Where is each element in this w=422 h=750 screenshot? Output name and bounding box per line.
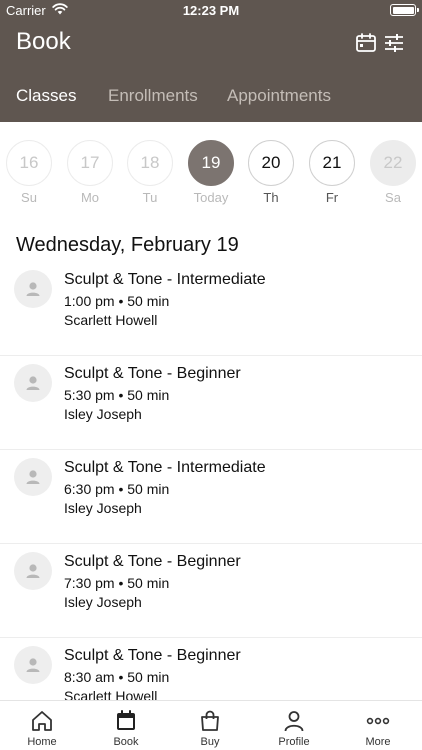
class-time: 1:00 pm • 50 min — [64, 293, 170, 309]
class-instructor: Isley Joseph — [64, 406, 142, 422]
tabbar-more[interactable]: More — [336, 701, 420, 750]
date-strip: 16 Su 17 Mo 18 Tu 19 Today 20 Th 21 Fr 2… — [0, 140, 422, 210]
tabbar-label: Home — [27, 736, 57, 748]
day-today[interactable]: 19 Today — [187, 140, 235, 206]
day-number: 16 — [6, 140, 52, 186]
day-weekday: Mo — [80, 190, 100, 205]
instructor-avatar — [14, 458, 52, 496]
day-weekday: Tu — [142, 190, 158, 205]
tabbar-buy[interactable]: Buy — [168, 701, 252, 750]
class-time: 8:30 am • 50 min — [64, 669, 170, 685]
day-weekday: Su — [21, 190, 37, 205]
status-time: 12:23 PM — [182, 3, 240, 18]
tabbar-label: More — [365, 736, 391, 748]
day-weekday: Today — [193, 190, 229, 205]
tabbar-label: Buy — [200, 736, 220, 748]
schedule-date-heading: Wednesday, February 19 — [16, 234, 239, 256]
class-list-item[interactable]: Sculpt & Tone - Beginner 5:30 pm • 50 mi… — [0, 356, 422, 450]
class-name: Sculpt & Tone - Beginner — [64, 647, 241, 664]
day-fr[interactable]: 21 Fr — [308, 140, 356, 206]
day-number: 19 — [188, 140, 234, 186]
calendar-icon — [117, 710, 135, 730]
status-bar: Carrier 12:23 PM — [0, 0, 422, 20]
day-number: 17 — [67, 140, 113, 186]
day-su[interactable]: 16 Su — [5, 140, 53, 206]
class-time: 6:30 pm • 50 min — [64, 481, 170, 497]
header: Carrier 12:23 PM Book Classes Enrollment… — [0, 0, 422, 122]
person-placeholder-icon — [26, 658, 40, 672]
shopping-bag-icon — [201, 710, 219, 731]
class-name: Sculpt & Tone - Beginner — [64, 365, 241, 382]
instructor-avatar — [14, 552, 52, 590]
day-th[interactable]: 20 Th — [247, 140, 295, 206]
day-tu[interactable]: 18 Tu — [126, 140, 174, 206]
day-mo[interactable]: 17 Mo — [66, 140, 114, 206]
class-instructor: Scarlett Howell — [64, 312, 158, 328]
day-weekday: Sa — [385, 190, 401, 205]
tabbar-label: Profile — [278, 736, 310, 748]
class-instructor: Isley Joseph — [64, 500, 142, 516]
instructor-avatar — [14, 270, 52, 308]
bottom-tab-bar: Home Book Buy Profile More — [0, 700, 422, 750]
day-weekday: Fr — [325, 190, 339, 205]
more-dots-icon — [366, 717, 390, 725]
class-list: Sculpt & Tone - Intermediate 1:00 pm • 5… — [0, 262, 422, 732]
class-instructor: Isley Joseph — [64, 594, 142, 610]
calendar-icon[interactable] — [355, 32, 377, 54]
class-list-item[interactable]: Sculpt & Tone - Intermediate 6:30 pm • 5… — [0, 450, 422, 544]
person-placeholder-icon — [26, 282, 40, 296]
person-placeholder-icon — [26, 376, 40, 390]
battery-icon — [390, 4, 419, 16]
class-name: Sculpt & Tone - Beginner — [64, 553, 241, 570]
class-name: Sculpt & Tone - Intermediate — [64, 271, 266, 288]
tab-enrollments[interactable]: Enrollments — [108, 86, 198, 106]
person-icon — [284, 711, 304, 732]
home-icon — [32, 711, 52, 731]
instructor-avatar — [14, 364, 52, 402]
tabbar-book[interactable]: Book — [84, 701, 168, 750]
day-weekday: Th — [263, 190, 279, 205]
day-number: 18 — [127, 140, 173, 186]
class-time: 5:30 pm • 50 min — [64, 387, 170, 403]
top-tabs: Classes Enrollments Appointments — [0, 86, 422, 108]
instructor-avatar — [14, 646, 52, 684]
filter-sliders-icon[interactable] — [383, 32, 405, 54]
page-title: Book — [16, 28, 71, 55]
class-list-item[interactable]: Sculpt & Tone - Intermediate 1:00 pm • 5… — [0, 262, 422, 356]
day-number: 22 — [370, 140, 416, 186]
person-placeholder-icon — [26, 564, 40, 578]
tab-classes[interactable]: Classes — [16, 86, 76, 106]
tabbar-label: Book — [113, 736, 139, 748]
class-time: 7:30 pm • 50 min — [64, 575, 170, 591]
day-number: 21 — [309, 140, 355, 186]
class-name: Sculpt & Tone - Intermediate — [64, 459, 266, 476]
person-placeholder-icon — [26, 470, 40, 484]
tabbar-home[interactable]: Home — [0, 701, 84, 750]
class-list-item[interactable]: Sculpt & Tone - Beginner 7:30 pm • 50 mi… — [0, 544, 422, 638]
day-sa[interactable]: 22 Sa — [369, 140, 417, 206]
tab-appointments[interactable]: Appointments — [227, 86, 331, 106]
tabbar-profile[interactable]: Profile — [252, 701, 336, 750]
day-number: 20 — [248, 140, 294, 186]
